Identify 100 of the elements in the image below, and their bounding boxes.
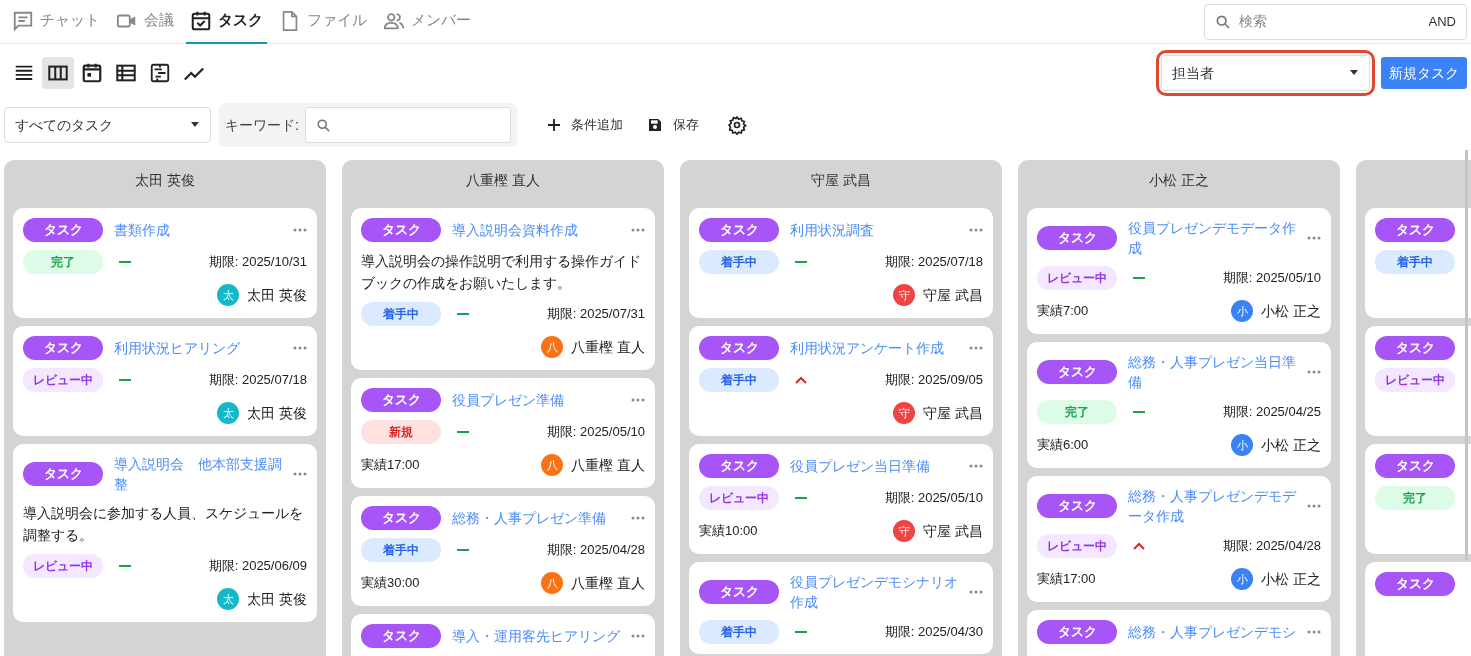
task-card[interactable]: タスク 完了 <box>1365 444 1471 554</box>
status-badge: 完了 <box>23 250 103 274</box>
assignee-avatar: 守 <box>893 284 916 306</box>
tab[interactable]: 会議 <box>112 0 178 44</box>
task-tag: タスク <box>1375 454 1455 478</box>
due-date: 期限: 2025/07/18 <box>208 371 307 390</box>
more-icon[interactable] <box>1307 504 1321 508</box>
assignee-avatar: 小 <box>1231 568 1254 590</box>
task-card[interactable]: タスク 利用状況ヒアリング レビュー中 期限: 2025/07/18 太 太田 英俊 <box>13 326 317 436</box>
task-tag: タスク <box>699 218 779 242</box>
more-icon[interactable] <box>293 228 307 232</box>
assignee-name: 太田 英俊 <box>247 589 307 609</box>
task-card[interactable]: タスク <box>1365 562 1471 656</box>
actual-time: 実績7:00 <box>1037 302 1089 321</box>
columns-icon[interactable] <box>42 57 74 89</box>
scrollbar[interactable] <box>1465 150 1468 560</box>
task-card[interactable]: タスク 導入説明会 他本部支援調整 導入説明会に参加する人員、スケジュールを調整する。 レビュー中 期限: 2025/06/09 太 太田 英俊 <box>13 444 317 622</box>
task-tag: タスク <box>1037 494 1117 518</box>
task-title-link[interactable]: 総務・人事プレゼン準備 <box>452 508 620 528</box>
task-title-link[interactable]: 役員プレゼンデモデータ作成 <box>1128 218 1296 258</box>
task-card[interactable]: タスク 利用状況アンケート作成 着手中 期限: 2025/09/05 守 守屋 武昌 <box>689 326 993 436</box>
task-card[interactable]: タスク 利用状況調査 着手中 期限: 2025/07/18 守 守屋 武昌 <box>689 208 993 318</box>
more-icon[interactable] <box>1307 370 1321 374</box>
more-icon[interactable] <box>1307 236 1321 240</box>
tab[interactable]: メンバー <box>379 0 475 44</box>
assignee-avatar: 八 <box>541 454 564 476</box>
task-tag: タスク <box>1375 336 1455 360</box>
more-icon[interactable] <box>969 346 983 350</box>
more-icon[interactable] <box>293 346 307 350</box>
task-title-link[interactable]: 役員プレゼンデモシナリオ作成 <box>790 572 958 612</box>
task-title-link[interactable]: 総務・人事プレゼンデモデータ作成 <box>1128 486 1296 526</box>
more-icon[interactable] <box>969 590 983 594</box>
assignee-avatar: 八 <box>541 336 564 358</box>
keyword-field[interactable] <box>304 107 511 143</box>
task-card[interactable]: タスク 役員プレゼンデモシナリオ作成 着手中 期限: 2025/04/30 <box>689 562 993 654</box>
tab[interactable]: タスク <box>186 0 267 44</box>
task-card[interactable]: タスク 役員プレゼン当日準備 レビュー中 期限: 2025/05/10 実績10:00 守 守屋 武昌 <box>689 444 993 554</box>
assignee-name: 小松 正之 <box>1261 569 1321 589</box>
task-title-link[interactable]: 利用状況ヒアリング <box>114 338 282 358</box>
assignee-name: 太田 英俊 <box>247 403 307 423</box>
add-condition-button[interactable]: 条件追加 <box>538 109 631 141</box>
task-title-link[interactable]: 総務・人事プレゼン当日準備 <box>1128 352 1296 392</box>
due-date: 期限: 2025/04/30 <box>884 623 983 642</box>
due-date: 期限: 2025/06/09 <box>208 557 307 576</box>
task-card[interactable]: タスク 総務・人事プレゼンデモデータ作成 レビュー中 期限: 2025/04/28 実績17:00 小 小松 正之 <box>1027 476 1331 602</box>
status-badge: 完了 <box>1037 400 1117 424</box>
task-title-link[interactable]: 導入説明会 他本部支援調整 <box>114 454 282 494</box>
task-tag: タスク <box>699 454 779 478</box>
group-by-dropdown[interactable]: 担当者 <box>1161 55 1370 91</box>
more-icon[interactable] <box>631 398 645 402</box>
tab[interactable]: チャット <box>8 0 104 44</box>
more-icon[interactable] <box>631 516 645 520</box>
search-field[interactable]: 検索 AND <box>1204 3 1467 40</box>
task-card[interactable]: タスク 総務・人事プレゼンデモシ <box>1027 610 1331 656</box>
save-button[interactable]: 保存 <box>638 109 707 141</box>
task-tag: タスク <box>699 580 779 604</box>
task-title-link[interactable]: 導入・運用客先ヒアリング <box>452 626 620 646</box>
task-title-link[interactable]: 役員プレゼン当日準備 <box>790 456 958 476</box>
more-icon[interactable] <box>1307 630 1321 634</box>
assignee-name: 守屋 武昌 <box>923 285 983 305</box>
task-card[interactable]: タスク 総務・人事プレゼン準備 着手中 期限: 2025/04/28 実績30:00 八 八重樫 直人 <box>351 496 655 606</box>
status-badge: 着手中 <box>1375 250 1455 274</box>
search-mode-label[interactable]: AND <box>1428 11 1456 32</box>
actual-time: 実績30:00 <box>361 574 420 593</box>
task-title-link[interactable]: 総務・人事プレゼンデモシ <box>1128 622 1296 642</box>
status-badge: 着手中 <box>361 538 441 562</box>
task-tag: タスク <box>361 624 441 648</box>
more-icon[interactable] <box>969 228 983 232</box>
tab[interactable]: ファイル <box>275 0 371 44</box>
due-date: 期限: 2025/05/10 <box>1222 269 1321 288</box>
settings-icon[interactable] <box>726 115 747 135</box>
task-card[interactable]: タスク 役員プレゼンデモデータ作成 レビュー中 期限: 2025/05/10 実績7:00 小 小松 正之 <box>1027 208 1331 334</box>
task-card[interactable]: タスク 着手中 <box>1365 208 1471 318</box>
task-card[interactable]: タスク 導入説明会資料作成 導入説明会の操作説明で利用する操作ガイドブックの作成をお願いたします。 着手中 期限: 2025/07/31 八 八重樫 直人 <box>351 208 655 370</box>
task-title-link[interactable]: 役員プレゼン準備 <box>452 390 620 410</box>
status-badge: レビュー中 <box>1037 266 1117 290</box>
task-card[interactable]: タスク 書類作成 完了 期限: 2025/10/31 太 太田 英俊 <box>13 208 317 318</box>
status-badge: レビュー中 <box>699 486 779 510</box>
assignee-avatar: 小 <box>1231 300 1254 322</box>
task-title-link[interactable]: 導入説明会資料作成 <box>452 220 620 240</box>
task-description: 導入説明会の操作説明で利用する操作ガイドブックの作成をお願いたします。 <box>361 252 642 293</box>
task-card[interactable]: タスク 総務・人事プレゼン当日準備 完了 期限: 2025/04/25 実績6:00 小 小松 正之 <box>1027 342 1331 468</box>
task-tag: タスク <box>23 336 103 360</box>
task-tag: タスク <box>1375 218 1455 242</box>
preset-dropdown[interactable]: すべてのタスク <box>4 107 211 143</box>
task-card[interactable]: タスク 役員プレゼン準備 新規 期限: 2025/05/10 実績17:00 八 八重樫 直人 <box>351 378 655 488</box>
task-card[interactable]: タスク レビュー中 <box>1365 326 1471 436</box>
more-icon[interactable] <box>631 228 645 232</box>
task-title-link[interactable]: 書類作成 <box>114 220 282 240</box>
task-card[interactable]: タスク 導入・運用客先ヒアリング <box>351 614 655 656</box>
assignee-name: 守屋 武昌 <box>923 521 983 541</box>
task-title-link[interactable]: 利用状況調査 <box>790 220 958 240</box>
status-badge: 着手中 <box>699 368 779 392</box>
more-icon[interactable] <box>631 634 645 638</box>
assignee-avatar: 小 <box>1231 434 1254 456</box>
more-icon[interactable] <box>969 464 983 468</box>
new-task-button[interactable]: 新規タスク <box>1381 57 1467 89</box>
task-title-link[interactable]: 利用状況アンケート作成 <box>790 338 958 358</box>
status-badge: レビュー中 <box>23 554 103 578</box>
more-icon[interactable] <box>293 472 307 476</box>
